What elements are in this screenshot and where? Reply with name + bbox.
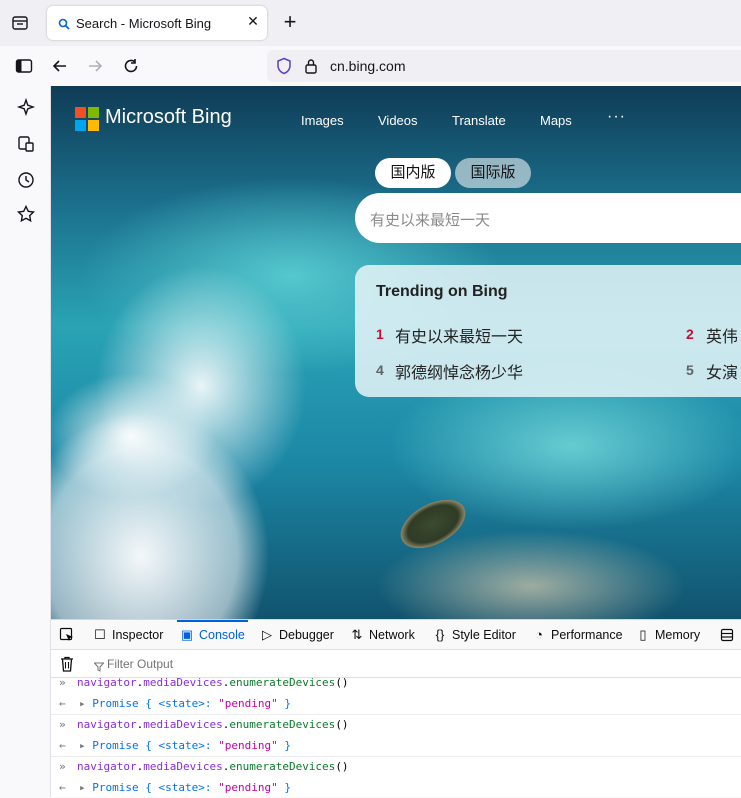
brand-name[interactable]: Microsoft Bing	[105, 106, 232, 129]
bookmarks-icon[interactable]	[16, 204, 36, 224]
trash-icon[interactable]	[60, 656, 74, 672]
reload-icon[interactable]	[122, 57, 140, 75]
trending-item[interactable]: 女演	[706, 359, 738, 383]
filter-icon	[93, 659, 105, 672]
element-picker-icon[interactable]	[59, 627, 75, 643]
back-icon[interactable]	[51, 57, 69, 75]
result-arrow-icon: ←	[59, 697, 66, 710]
tab-debugger[interactable]: ▷ Debugger	[260, 620, 334, 650]
expand-icon: ▸	[79, 739, 93, 752]
synced-tabs-icon[interactable]	[16, 134, 36, 154]
trending-rank: 4	[376, 362, 384, 378]
tab-strip: Search - Microsoft Bing ✕ +	[0, 0, 741, 46]
nav-maps[interactable]: Maps	[540, 113, 572, 128]
filter-output-input[interactable]: Filter Output	[107, 657, 173, 671]
console-input-row: » navigator.mediaDevices.enumerateDevice…	[51, 756, 741, 777]
sidebar-toggle-icon[interactable]	[15, 58, 33, 74]
input-prompt-icon: »	[59, 760, 66, 773]
island-image	[392, 489, 474, 559]
console-icon: ▣	[180, 627, 194, 642]
tab-memory[interactable]: ▯ Memory	[636, 620, 700, 650]
forward-icon[interactable]	[86, 57, 104, 75]
nav-more[interactable]: ···	[607, 108, 626, 126]
tab-overview-icon[interactable]	[11, 14, 29, 32]
devtools-panel: ☐ Inspector ▣ Console ▷ Debugger ⇅ Network {…	[51, 619, 741, 797]
nav-images[interactable]: Images	[301, 113, 344, 128]
history-icon[interactable]	[16, 170, 36, 190]
performance-icon: ◔	[535, 627, 543, 642]
trending-item[interactable]: 英伟	[706, 323, 738, 347]
navigation-toolbar: cn.bing.com	[0, 46, 741, 86]
console-result-row[interactable]: ← ▸ Promise { <state>: "pending" }	[51, 777, 741, 798]
debugger-icon: ▷	[262, 627, 272, 642]
tab-performance[interactable]: ◔ Performance	[532, 620, 623, 650]
style-editor-icon: {}	[435, 627, 445, 642]
console-result-row[interactable]: ← ▸ Promise { <state>: "pending" }	[51, 735, 741, 756]
trending-rank: 5	[686, 362, 694, 378]
console-input-row: » navigator.mediaDevices.enumerateDevice…	[51, 714, 741, 735]
devtools-tabbar: ☐ Inspector ▣ Console ▷ Debugger ⇅ Network {…	[51, 620, 741, 650]
expand-icon: ▸	[79, 781, 93, 794]
trending-title: Trending on Bing	[376, 283, 508, 300]
url-bar[interactable]: cn.bing.com	[267, 50, 741, 82]
tab-bing[interactable]: Search - Microsoft Bing ✕	[47, 6, 267, 40]
nav-translate[interactable]: Translate	[452, 113, 506, 128]
memory-icon: ▯	[639, 627, 647, 642]
input-prompt-icon: »	[59, 676, 66, 689]
region-international-toggle[interactable]: 国际版	[455, 158, 531, 188]
search-input[interactable]: 有史以来最短一天	[355, 193, 741, 243]
browser-sidebar	[0, 86, 51, 797]
result-arrow-icon: ←	[59, 739, 66, 752]
input-prompt-icon: »	[59, 718, 66, 731]
tab-network[interactable]: ⇅ Network	[350, 620, 415, 650]
tab-console[interactable]: ▣ Console	[177, 620, 248, 650]
nav-videos[interactable]: Videos	[378, 113, 418, 128]
new-tab-button[interactable]: +	[281, 10, 299, 34]
search-placeholder: 有史以来最短一天	[370, 212, 491, 229]
microsoft-logo-icon[interactable]	[75, 107, 99, 131]
expand-icon: ▸	[79, 697, 93, 710]
lock-icon[interactable]	[304, 57, 318, 75]
console-input-row: » navigator.mediaDevices.enumerateDevice…	[51, 672, 741, 693]
trending-rank: 1	[376, 326, 384, 342]
console-result-row[interactable]: ← ▸ Promise { <state>: "pending" }	[51, 693, 741, 714]
close-icon[interactable]: ✕	[246, 14, 260, 28]
tab-style-editor[interactable]: {} Style Editor	[433, 620, 516, 650]
region-domestic-toggle[interactable]: 国内版	[375, 158, 451, 188]
ai-chatbot-icon[interactable]	[16, 97, 36, 118]
page-viewport: Microsoft Bing Images Videos Translate M…	[51, 86, 741, 619]
trending-panel: Trending on Bing 1 有史以来最短一天 2 英伟 4 郭德纲悼念…	[355, 265, 741, 397]
result-arrow-icon: ←	[59, 781, 66, 794]
network-icon: ⇅	[351, 627, 363, 642]
url-text[interactable]: cn.bing.com	[330, 58, 405, 74]
storage-icon[interactable]	[720, 628, 734, 642]
tab-inspector[interactable]: ☐ Inspector	[93, 620, 163, 650]
trending-rank: 2	[686, 326, 694, 342]
search-icon	[58, 17, 70, 30]
inspector-icon: ☐	[94, 627, 106, 642]
tab-title: Search - Microsoft Bing	[76, 16, 212, 31]
trending-item[interactable]: 有史以来最短一天	[395, 323, 523, 347]
trending-item[interactable]: 郭德纲悼念杨少华	[395, 359, 523, 383]
shield-icon[interactable]	[276, 57, 292, 75]
